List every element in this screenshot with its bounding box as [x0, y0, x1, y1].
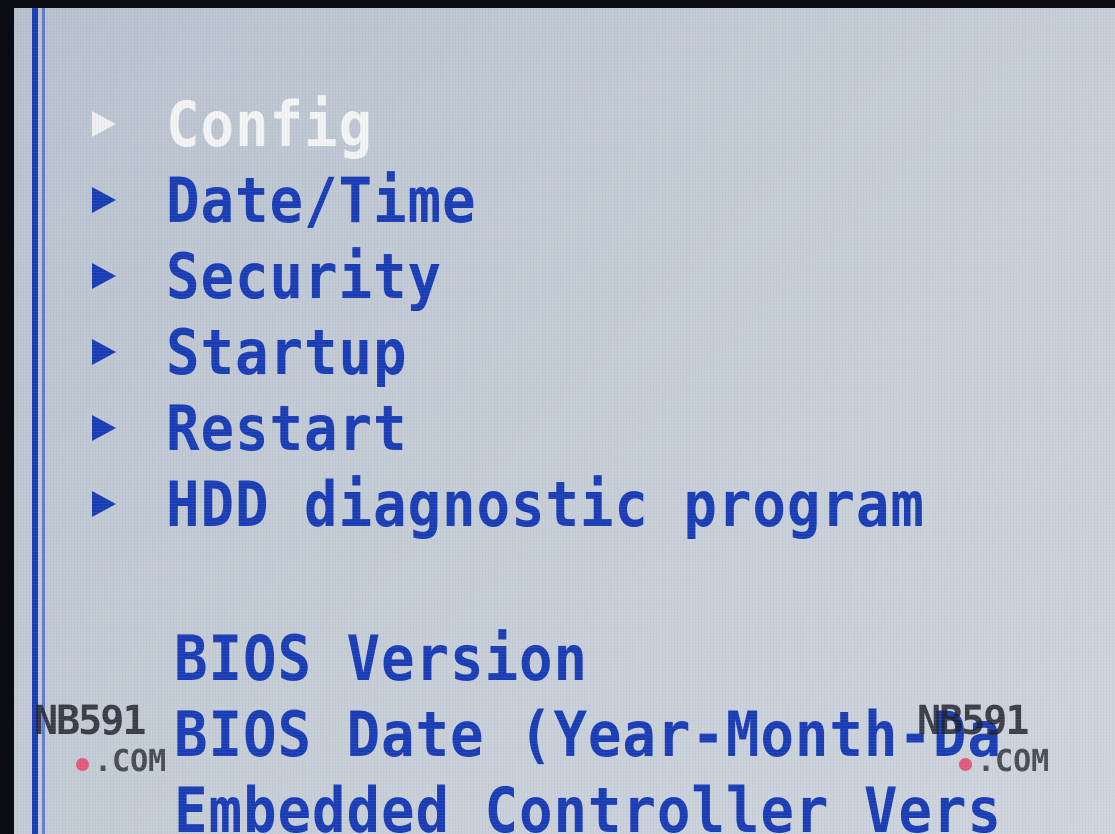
- menu-item-config[interactable]: Config: [92, 86, 1009, 162]
- watermark-text: NB591: [34, 698, 146, 744]
- bios-version-label: BIOS Version: [174, 621, 588, 695]
- bios-date-label: BIOS Date (Year-Month-Da: [174, 697, 1002, 771]
- watermark-domain: .COM: [977, 744, 1050, 779]
- menu-item-label: Startup: [166, 315, 408, 389]
- right-triangle-icon: [92, 263, 116, 289]
- watermark-text: NB591: [917, 698, 1029, 744]
- right-triangle-icon: [92, 491, 116, 517]
- watermark-dot-icon: [76, 758, 89, 771]
- menu-item-startup[interactable]: Startup: [92, 314, 1009, 390]
- right-triangle-icon: [92, 415, 116, 441]
- right-triangle-icon: [92, 187, 116, 213]
- menu-item-label: Security: [166, 239, 442, 313]
- right-triangle-icon: [92, 111, 116, 137]
- ec-version-label: Embedded Controller Vers: [174, 773, 1002, 834]
- menu-item-date-time[interactable]: Date/Time: [92, 162, 1009, 238]
- watermark-right: NB591 .COM: [907, 698, 1077, 788]
- menu-item-hdd-diagnostic[interactable]: HDD diagnostic program: [92, 466, 1009, 542]
- watermark-domain: .COM: [94, 744, 167, 779]
- watermark-left: NB591 .COM: [24, 698, 194, 788]
- bios-main-menu: Config Date/Time Security Startup Restar…: [92, 86, 1009, 542]
- menu-item-label: Config: [166, 87, 373, 161]
- menu-item-restart[interactable]: Restart: [92, 390, 1009, 466]
- bios-screen: Config Date/Time Security Startup Restar…: [14, 8, 1115, 834]
- watermark-dot-icon: [959, 758, 972, 771]
- menu-item-security[interactable]: Security: [92, 238, 1009, 314]
- menu-item-label: Restart: [166, 391, 408, 465]
- menu-item-label: Date/Time: [166, 163, 477, 237]
- bios-version-row: BIOS Version: [174, 620, 1094, 696]
- menu-item-label: HDD diagnostic program: [166, 467, 925, 541]
- right-triangle-icon: [92, 339, 116, 365]
